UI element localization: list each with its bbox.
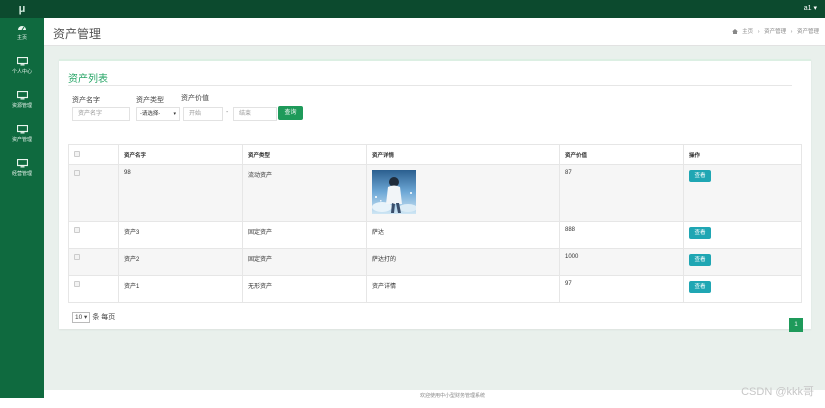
row-checkbox[interactable] (74, 281, 80, 287)
table-row: 98 流动资产 87 查看 (68, 164, 802, 222)
table-row: 资产3 固定资产 萨达 888 查看 (68, 221, 802, 249)
page-header: 资产管理 主页 › 资产管理 › 资产管理 (44, 18, 825, 46)
sidebar-item-label: 资产管理 (11, 137, 32, 143)
asset-value-cell: 87 (559, 164, 684, 222)
sidebar-item-profile[interactable]: 个人中心 (0, 52, 44, 86)
asset-type-cell: 固定资产 (242, 221, 367, 249)
footer-text: 欢迎使用中小型财务管理系统 (420, 393, 486, 399)
view-button[interactable]: 查看 (689, 227, 711, 239)
sidebar-item-operations[interactable]: 经营管理 (0, 154, 44, 188)
select-all-checkbox[interactable] (74, 151, 80, 157)
asset-type-selected: -请选择- (140, 111, 161, 117)
main-content: 资产管理 主页 › 资产管理 › 资产管理 资产列表 资产名字 资产名字 资产类… (44, 18, 825, 390)
page-size-label: 条 每页 (92, 314, 116, 321)
sidebar-item-label: 个人中心 (11, 69, 32, 75)
value-start-input[interactable]: 开始 (183, 107, 223, 121)
asset-detail-cell: 萨达 (366, 221, 560, 249)
column-header[interactable]: 资产类型 (242, 144, 367, 165)
asset-value-cell: 97 (559, 275, 684, 303)
column-header: 操作 (683, 144, 802, 165)
asset-detail-cell (366, 164, 560, 222)
dashboard-icon (18, 26, 26, 31)
value-end-input[interactable]: 结束 (233, 107, 277, 121)
asset-table: 资产名字 资产类型 资产详情 资产价值 操作 98 流动资产 87 查看 资产3… (68, 144, 802, 303)
page-title: 资产管理 (53, 27, 102, 41)
action-cell: 查看 (683, 248, 802, 276)
view-button[interactable]: 查看 (689, 254, 711, 266)
asset-type-label: 资产类型 (136, 97, 164, 104)
asset-value-cell: 1000 (559, 248, 684, 276)
action-cell: 查看 (683, 221, 802, 249)
action-cell: 查看 (683, 164, 802, 222)
row-select-cell (68, 221, 119, 249)
sidebar-item-home[interactable]: 主页 (0, 18, 44, 52)
view-button[interactable]: 查看 (689, 170, 711, 182)
page-number-button[interactable]: 1 (789, 318, 803, 332)
monitor-icon (16, 159, 28, 168)
breadcrumb: 主页 › 资产管理 › 资产管理 (731, 27, 819, 35)
asset-name-label: 资产名字 (72, 97, 100, 104)
monitor-icon (16, 125, 28, 134)
column-header[interactable]: 资产名字 (118, 144, 243, 165)
column-header[interactable]: 资产价值 (559, 144, 684, 165)
sidebar-item-label: 经营管理 (11, 171, 32, 177)
asset-type-cell: 固定资产 (242, 248, 367, 276)
top-bar: μ a1 ▾ (0, 0, 825, 18)
asset-value-cell: 888 (559, 221, 684, 249)
action-cell: 查看 (683, 275, 802, 303)
chevron-down-icon: ▾ (173, 111, 176, 117)
chevron-down-icon: ▾ (84, 314, 88, 321)
row-checkbox[interactable] (74, 170, 80, 176)
page-size-value: 10 (75, 314, 83, 321)
table-row: 资产2 固定资产 萨达打的 1000 查看 (68, 248, 802, 276)
sidebar-item-resources[interactable]: 资源管理 (0, 86, 44, 120)
row-select-cell (68, 248, 119, 276)
asset-name-cell: 98 (118, 164, 243, 222)
row-checkbox[interactable] (74, 227, 80, 233)
view-button[interactable]: 查看 (689, 281, 711, 293)
sidebar: 主页 个人中心 资源管理 资产管理 经营管理 (0, 18, 44, 398)
breadcrumb-separator: › (757, 29, 760, 35)
monitor-icon (16, 57, 28, 66)
asset-name-input[interactable]: 资产名字 (72, 107, 130, 121)
breadcrumb-home[interactable]: 主页 (742, 29, 753, 35)
asset-type-cell: 无形资产 (242, 275, 367, 303)
asset-name-cell: 资产2 (118, 248, 243, 276)
asset-detail-cell: 资产详情 (366, 275, 560, 303)
breadcrumb-level2: 资产管理 (796, 29, 819, 35)
range-dash: - (226, 109, 229, 116)
app-logo[interactable]: μ (0, 0, 44, 18)
table-header-row: 资产名字 资产类型 资产详情 资产价值 操作 (68, 144, 802, 165)
row-checkbox[interactable] (74, 254, 80, 260)
column-header[interactable]: 资产详情 (366, 144, 560, 165)
breadcrumb-separator: › (790, 29, 793, 35)
select-all-cell (68, 144, 119, 165)
home-icon (731, 28, 738, 34)
asset-type-select[interactable]: -请选择- ▾ (136, 107, 180, 121)
asset-name-cell: 资产3 (118, 221, 243, 249)
page-size-select[interactable]: 10 ▾ (72, 312, 91, 323)
page-size-control: 10 ▾ 条 每页 (72, 312, 115, 323)
row-select-cell (68, 164, 119, 222)
asset-name-cell: 资产1 (118, 275, 243, 303)
asset-value-label: 资产价值 (181, 95, 209, 102)
panel-divider (68, 85, 792, 86)
user-menu[interactable]: a1 ▾ (804, 0, 817, 18)
row-select-cell (68, 275, 119, 303)
asset-thumbnail-image (372, 170, 416, 214)
panel-title: 资产列表 (68, 74, 108, 85)
sidebar-item-assets[interactable]: 资产管理 (0, 120, 44, 154)
sidebar-item-label: 主页 (16, 35, 27, 41)
asset-list-panel: 资产列表 资产名字 资产名字 资产类型 -请选择- ▾ 资产价值 开始 - 结束… (59, 59, 811, 332)
asset-detail-cell: 萨达打的 (366, 248, 560, 276)
watermark: CSDN @kkk哥 (741, 386, 814, 398)
breadcrumb-level1[interactable]: 资产管理 (764, 29, 786, 35)
sidebar-item-label: 资源管理 (11, 103, 32, 109)
search-button[interactable]: 查询 (278, 106, 303, 120)
table-row: 资产1 无形资产 资产详情 97 查看 (68, 275, 802, 303)
asset-type-cell: 流动资产 (242, 164, 367, 222)
monitor-icon (16, 91, 28, 100)
